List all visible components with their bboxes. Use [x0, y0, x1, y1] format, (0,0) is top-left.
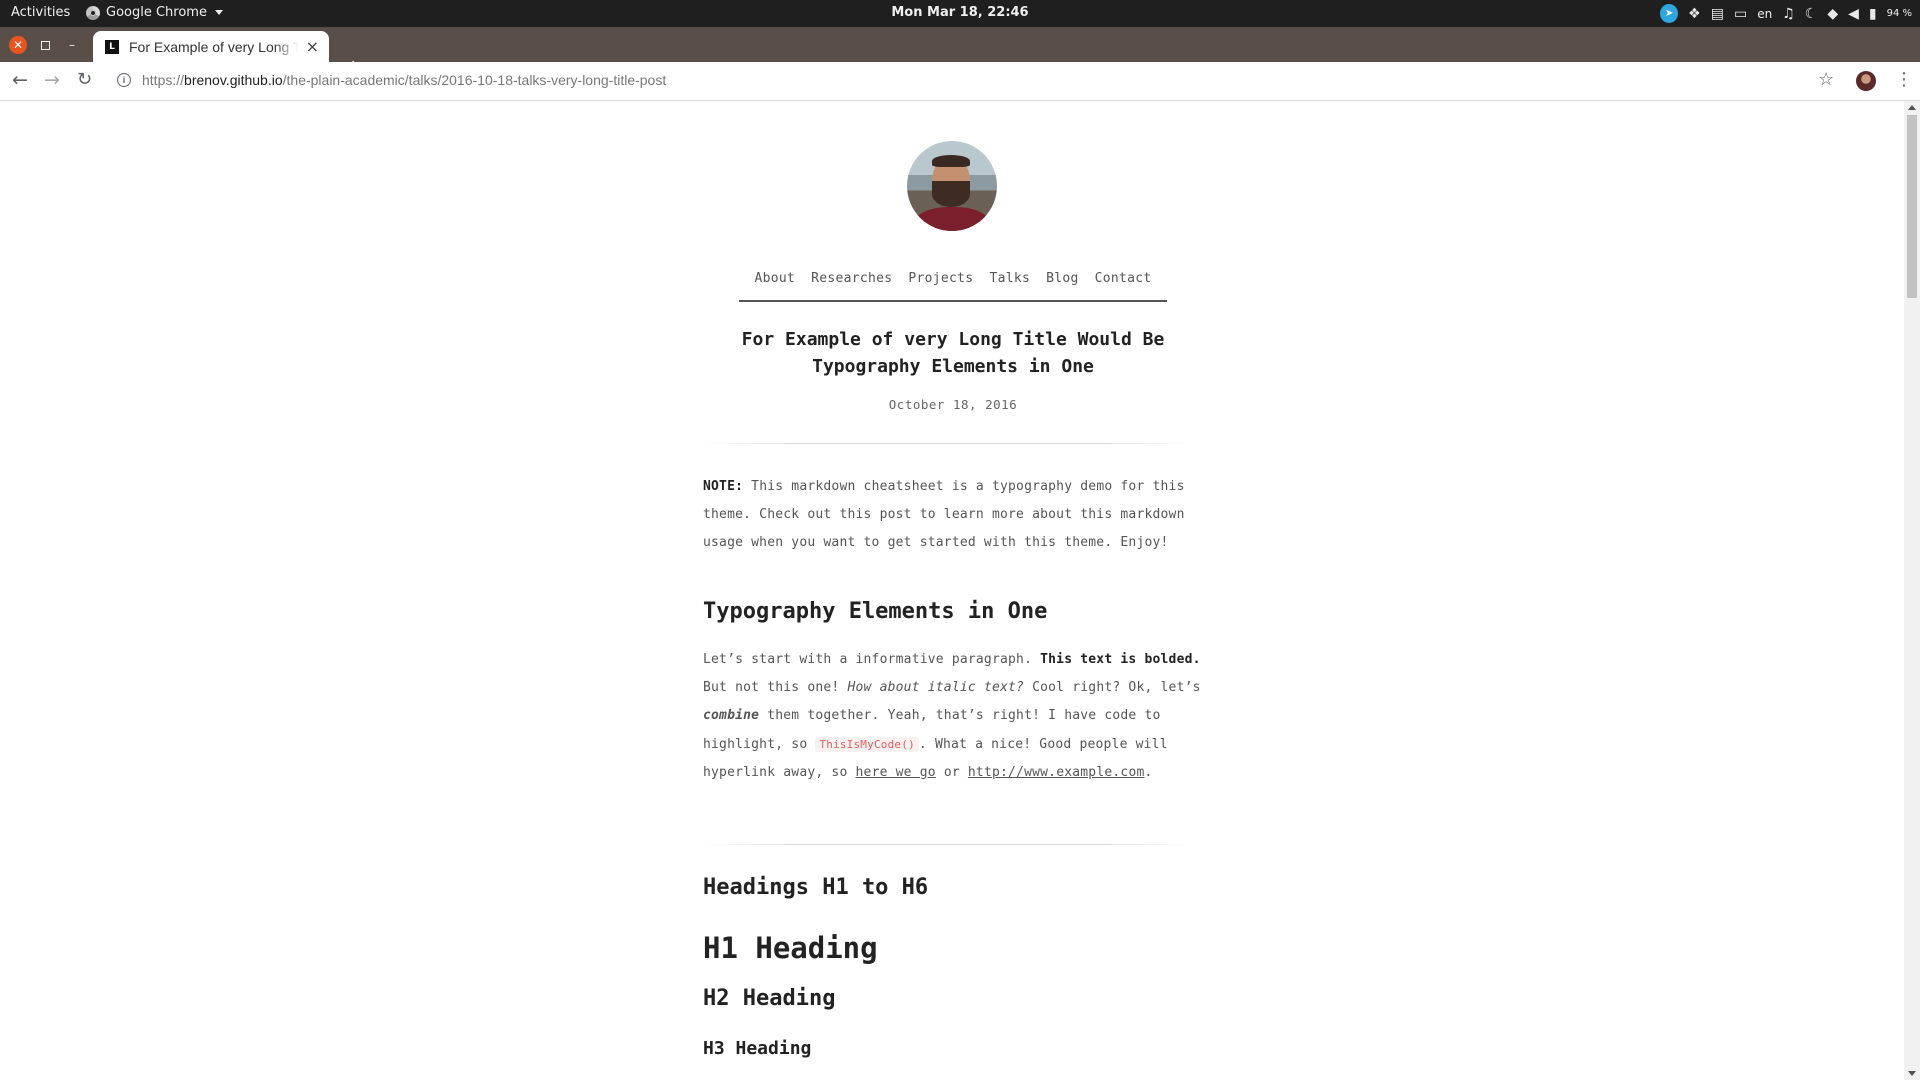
battery-icon[interactable]: ▮ — [1869, 4, 1877, 23]
section-heading-typography: Typography Elements in One — [703, 599, 1048, 624]
scroll-up-icon[interactable] — [1908, 105, 1916, 110]
divider — [703, 443, 1193, 444]
inline-code: ThisIsMyCode() — [815, 736, 919, 752]
post-title: For Example of very Long Title Would Be … — [741, 329, 1165, 377]
maximize-icon — [40, 40, 50, 50]
nav-researches[interactable]: Researches — [811, 270, 892, 300]
bookmark-star-icon[interactable]: ☆ — [1818, 69, 1834, 90]
tab-close-icon[interactable]: × — [306, 37, 319, 56]
section-heading-headings: Headings H1 to H6 — [703, 875, 929, 900]
scroll-down-icon[interactable] — [1908, 1071, 1916, 1076]
window-minimize-button[interactable]: – — [63, 36, 81, 54]
nav-contact[interactable]: Contact — [1095, 270, 1152, 300]
dropbox-icon[interactable]: ❖ — [1688, 4, 1701, 23]
nav-blog[interactable]: Blog — [1046, 270, 1079, 300]
telegram-icon[interactable]: ➤ — [1660, 4, 1679, 23]
site-nav: About Researches Projects Talks Blog Con… — [739, 270, 1167, 302]
volume-icon[interactable]: ◀ — [1848, 4, 1859, 23]
link-example-com[interactable]: http://www.example.com — [968, 765, 1145, 780]
reload-button[interactable]: ↻ — [77, 70, 92, 90]
night-light-icon[interactable]: ☾ — [1805, 4, 1818, 23]
window-close-button[interactable]: ✕ — [9, 36, 27, 54]
author-avatar — [907, 141, 997, 231]
note-paragraph: NOTE: This markdown cheatsheet is a typo… — [703, 479, 1185, 551]
italic-text: How about italic text? — [847, 680, 1025, 696]
page-viewport: About Researches Projects Talks Blog Con… — [0, 101, 1904, 1080]
post-date: October 18, 2016 — [888, 397, 1018, 412]
h1-heading: H1 Heading — [703, 931, 878, 965]
nav-projects[interactable]: Projects — [908, 270, 973, 300]
typography-paragraph: Let’s start with a informative paragraph… — [703, 652, 1201, 780]
divider — [703, 844, 1193, 845]
forward-button[interactable]: → — [44, 70, 60, 90]
tab-title: For Example of very Long Title Would Be … — [129, 39, 299, 55]
bold-italic-text: combine — [703, 708, 760, 724]
site-favicon-icon: L — [105, 40, 119, 54]
window-maximize-button[interactable] — [36, 36, 54, 54]
url-host: brenov.github.io — [184, 72, 283, 88]
url-path: /the-plain-academic/talks/2016-10-18-tal… — [282, 72, 667, 88]
system-top-bar: Activities Google Chrome Mon Mar 18, 22:… — [0, 0, 1920, 27]
battery-percent: 94 % — [1886, 8, 1912, 19]
music-icon[interactable]: ♫ — [1782, 4, 1795, 23]
tab-strip: ✕ – L For Example of very Long Title Wou… — [0, 27, 1920, 80]
address-bar[interactable]: https://brenov.github.io/the-plain-acade… — [142, 72, 666, 88]
note-label: NOTE: — [703, 479, 744, 494]
page-scrollbar[interactable] — [1904, 101, 1920, 1080]
back-button[interactable]: ← — [12, 70, 28, 90]
nav-about[interactable]: About — [755, 270, 796, 300]
system-tray: ➤ ❖ ▤ ▭ en ♫ ☾ ◆ ◀ ▮ 94 % — [1660, 4, 1912, 23]
clock[interactable]: Mon Mar 18, 22:46 — [0, 5, 1920, 20]
h3-heading: H3 Heading — [703, 1038, 812, 1059]
bold-text: This text is bolded. — [1040, 652, 1201, 667]
scrollbar-thumb[interactable] — [1907, 115, 1917, 298]
browser-toolbar: ← → ↻ i https://brenov.github.io/the-pla… — [0, 62, 1920, 101]
link-here-we-go[interactable]: here we go — [856, 765, 936, 780]
wifi-icon[interactable]: ◆ — [1827, 4, 1838, 23]
profile-avatar[interactable] — [1856, 71, 1876, 91]
chrome-menu-icon[interactable]: ⋮ — [1895, 69, 1913, 90]
site-info-icon[interactable]: i — [117, 73, 131, 87]
window-icon[interactable]: ▭ — [1734, 4, 1747, 23]
keyboard-language[interactable]: en — [1757, 4, 1772, 23]
clipboard-icon[interactable]: ▤ — [1711, 4, 1724, 23]
nav-talks[interactable]: Talks — [989, 270, 1030, 300]
active-tab[interactable]: L For Example of very Long Title Would B… — [93, 31, 329, 62]
url-scheme: https:// — [142, 72, 185, 88]
h2-heading: H2 Heading — [703, 986, 836, 1011]
